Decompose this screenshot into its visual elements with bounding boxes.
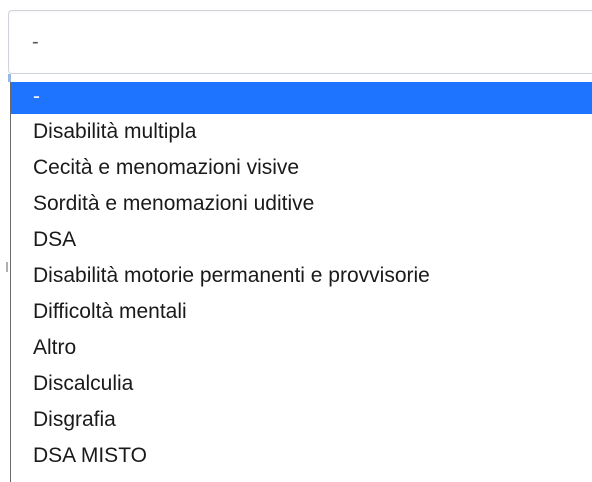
dropdown-option-altro[interactable]: Altro [11, 330, 592, 366]
dropdown-option-discalculia[interactable]: Discalculia [11, 366, 592, 402]
focus-accent [8, 74, 11, 82]
dropdown-options-list: - Disabilità multipla Cecità e menomazio… [10, 82, 592, 482]
divider-tick [6, 262, 8, 272]
dropdown-option-empty[interactable]: - [11, 82, 592, 114]
dropdown-option-disabilita-multipla[interactable]: Disabilità multipla [11, 114, 592, 150]
dropdown-option-cecita[interactable]: Cecità e menomazioni visive [11, 150, 592, 186]
disability-type-select[interactable]: - [8, 10, 592, 74]
dropdown-option-difficolta-mentali[interactable]: Difficoltà mentali [11, 294, 592, 330]
select-current-value: - [32, 31, 39, 53]
dropdown-option-disabilita-motorie[interactable]: Disabilità motorie permanenti e provviso… [11, 258, 592, 294]
dropdown-option-dsa-misto[interactable]: DSA MISTO [11, 438, 592, 474]
dropdown-option-sordita[interactable]: Sordità e menomazioni uditive [11, 186, 592, 222]
dropdown-option-disgrafia[interactable]: Disgrafia [11, 402, 592, 438]
dropdown-option-dsa[interactable]: DSA [11, 222, 592, 258]
